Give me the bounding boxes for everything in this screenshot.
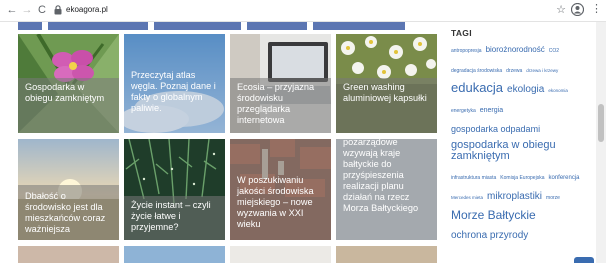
article-tile[interactable]: Przeczytaj atlas węgla. Poznaj dane i fa… <box>124 34 225 133</box>
article-tile[interactable]: Dbałość o środowisko jest dla mieszkańcó… <box>18 139 119 240</box>
article-tile[interactable]: Ecosia – przyjazna środowisku przeglądar… <box>230 34 331 133</box>
tag-cloud: antropopresja biorożnorodność CO2 degradacj… <box>451 40 587 246</box>
article-tile[interactable] <box>230 246 331 263</box>
tile-caption[interactable]: Green washing aluminiowej kapsułki <box>336 78 437 133</box>
tag-link[interactable]: degradacja środowiska <box>451 69 502 74</box>
browser-menu-icon[interactable]: ⋮ <box>591 3 602 15</box>
tag-link[interactable]: ekologia <box>507 85 544 95</box>
article-tile[interactable]: Życie instant – czyli życie łatwe i przy… <box>124 139 225 240</box>
nav-item[interactable] <box>18 22 42 30</box>
nav-item[interactable] <box>247 22 307 30</box>
tag-link[interactable]: Morze Bałtyckie <box>451 209 536 221</box>
article-tile[interactable] <box>336 246 437 263</box>
tile-caption[interactable]: W poszukiwaniu jakości środowiska miejsk… <box>230 139 331 240</box>
tags-heading: TAGI <box>451 28 472 38</box>
article-tile[interactable]: pozarządowe wzywają kraje bałtyckie do p… <box>336 139 437 240</box>
tag-link[interactable]: morze <box>546 196 560 201</box>
tag-link[interactable]: Mercedes mieta <box>451 195 483 201</box>
tag-link[interactable]: ekonomia <box>548 88 568 94</box>
tag-link[interactable]: drzewa i krzewy <box>526 68 558 74</box>
scrollbar-thumb[interactable] <box>598 104 604 142</box>
tag-link[interactable]: mikroplastiki <box>487 192 542 202</box>
address-bar[interactable]: ekoagora.pl <box>66 5 108 14</box>
tag-link[interactable]: infrastruktura miasta <box>451 176 496 181</box>
tags-sidebar: TAGI antropopresja biorożnorodność CO2 degr… <box>443 22 589 263</box>
tag-link[interactable]: konferencja <box>548 175 579 181</box>
tag-link[interactable]: gospodarka w obiegu zamkniętym <box>451 140 583 162</box>
back-button[interactable]: ← <box>5 3 19 17</box>
tile-caption[interactable]: Gospodarka w obiegu zamkniętym <box>18 78 119 133</box>
nav-item[interactable] <box>48 22 148 30</box>
tag-link[interactable]: edukacja <box>451 81 503 94</box>
tag-link[interactable]: gospodarka odpadami <box>451 125 540 134</box>
chat-button[interactable] <box>574 257 594 263</box>
article-tile[interactable] <box>124 246 225 263</box>
reload-button[interactable]: C <box>35 3 49 17</box>
tile-caption[interactable]: Dbałość o środowisko jest dla mieszkańcó… <box>18 185 119 240</box>
article-tile[interactable]: Green washing aluminiowej kapsułki <box>336 34 437 133</box>
article-tile[interactable]: W poszukiwaniu jakości środowiska miejsk… <box>230 139 331 240</box>
tag-link[interactable]: antropopresja <box>451 49 482 54</box>
tag-link[interactable]: Komisja Europejska <box>500 176 544 181</box>
forward-button[interactable]: → <box>20 3 34 17</box>
bookmark-star-icon[interactable]: ☆ <box>556 3 566 16</box>
tag-link[interactable]: CO2 <box>549 49 559 54</box>
browser-toolbar: ← → C ekoagora.pl ☆ ⋮ <box>0 0 606 22</box>
nav-item[interactable] <box>154 22 241 30</box>
top-navigation <box>18 22 405 30</box>
tile-caption[interactable]: pozarządowe wzywają kraje bałtyckie do p… <box>336 139 437 240</box>
page-scrollbar[interactable] <box>596 22 606 263</box>
article-tile[interactable]: Gospodarka w obiegu zamkniętym <box>18 34 119 133</box>
article-tile[interactable] <box>18 246 119 263</box>
lock-icon[interactable] <box>54 5 62 15</box>
tag-link[interactable]: energia <box>480 107 503 114</box>
tile-caption[interactable]: Przeczytaj atlas węgla. Poznaj dane i fa… <box>124 34 225 133</box>
tile-caption[interactable]: Ecosia – przyjazna środowisku przeglądar… <box>230 78 331 133</box>
tag-link[interactable]: biorożnorodność <box>486 46 545 54</box>
profile-avatar-icon[interactable] <box>571 3 584 16</box>
tag-link[interactable]: energetyka <box>451 109 476 114</box>
nav-item[interactable] <box>313 22 405 30</box>
tile-caption[interactable]: Życie instant – czyli życie łatwe i przy… <box>124 196 225 240</box>
tag-link[interactable]: drzewa <box>506 69 522 74</box>
tag-link[interactable]: ochrona przyrody <box>451 231 528 241</box>
